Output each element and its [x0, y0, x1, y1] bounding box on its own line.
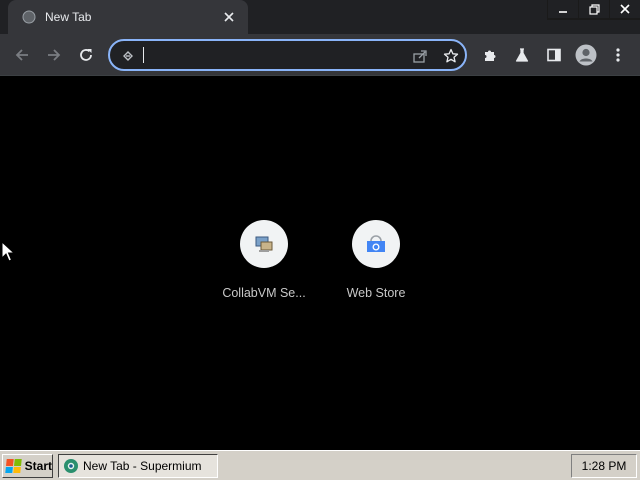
text-caret: [143, 47, 144, 63]
address-bar: [108, 39, 467, 71]
extensions-icon[interactable]: [474, 39, 506, 71]
globe-icon: [22, 10, 36, 24]
menu-icon[interactable]: [602, 39, 634, 71]
system-tray-clock: 1:28 PM: [571, 454, 637, 478]
start-button[interactable]: Start: [2, 454, 53, 478]
tab-close-icon[interactable]: [220, 8, 238, 26]
start-label: Start: [24, 459, 52, 473]
window-controls: [547, 0, 640, 20]
collabvm-icon: [240, 220, 288, 268]
tab-title: New Tab: [45, 10, 92, 24]
new-tab-page: CollabVM Se... Web Store: [0, 77, 640, 450]
taskbar-item-supermium[interactable]: New Tab - Supermium: [58, 454, 218, 478]
profile-icon[interactable]: [570, 39, 602, 71]
side-panel-icon[interactable]: [538, 39, 570, 71]
labs-icon[interactable]: [506, 39, 538, 71]
supermium-app-icon: [64, 459, 78, 473]
mouse-cursor-icon: [1, 241, 15, 262]
share-icon[interactable]: [410, 46, 430, 66]
shortcut-collabvm[interactable]: CollabVM Se...: [208, 218, 320, 306]
reload-icon[interactable]: [70, 39, 102, 71]
shortcut-web-store[interactable]: Web Store: [320, 218, 432, 306]
taskbar: Start New Tab - Supermium 1:28 PM: [0, 450, 640, 480]
shortcut-label: CollabVM Se...: [222, 286, 306, 300]
back-icon[interactable]: [6, 39, 38, 71]
close-window-icon[interactable]: [610, 0, 640, 18]
minimize-icon[interactable]: [548, 0, 578, 18]
tab-new-tab[interactable]: New Tab: [8, 0, 248, 34]
tab-strip: New Tab: [0, 0, 640, 34]
clock-text: 1:28 PM: [581, 459, 627, 473]
supermium-page-icon: [120, 48, 136, 64]
taskbar-item-label: New Tab - Supermium: [83, 459, 202, 473]
address-input[interactable]: [142, 46, 402, 66]
web-store-icon: [352, 220, 400, 268]
forward-icon[interactable]: [38, 39, 70, 71]
bookmark-star-icon[interactable]: [441, 46, 461, 66]
restore-icon[interactable]: [579, 0, 609, 18]
windows-logo-icon: [5, 459, 22, 473]
shortcut-label: Web Store: [346, 286, 406, 300]
browser-toolbar: [0, 34, 640, 76]
